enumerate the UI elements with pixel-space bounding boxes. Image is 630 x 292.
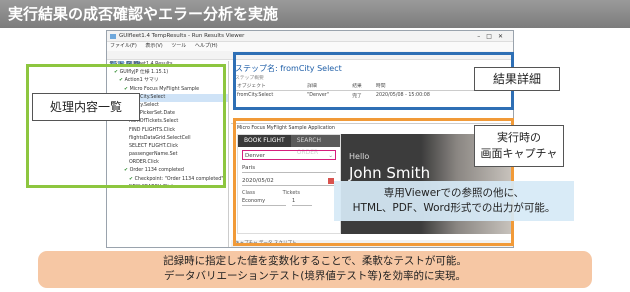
greeting-text: Hello bbox=[349, 152, 370, 161]
window-controls[interactable]: –□✕ bbox=[477, 31, 509, 42]
info-line2: HTML、PDF、Word形式での出力が可能。 bbox=[352, 202, 556, 214]
detail-highlight-box bbox=[233, 52, 514, 110]
menu-file[interactable]: ファイル(F) bbox=[110, 43, 137, 49]
menu-bar: ファイル(F) 表示(V) ツール ヘルプ(H) bbox=[107, 42, 513, 51]
info-line1: 専用Viewerでの参照の他に、 bbox=[383, 187, 525, 199]
menu-view[interactable]: 表示(V) bbox=[145, 43, 162, 49]
menu-tools[interactable]: ツール bbox=[171, 43, 186, 49]
output-format-note: 専用Viewerでの参照の他に、 HTML、PDF、Word形式での出力が可能。 bbox=[334, 181, 574, 221]
page-title: 実行結果の成否確認やエラー分析を実施 bbox=[0, 0, 630, 28]
summary-line2: データバリエーションテスト(境界値テスト等)を効率的に実現。 bbox=[164, 270, 466, 282]
processing-list-callout: 処理内容一覧 bbox=[32, 93, 140, 121]
user-name: John Smith bbox=[349, 164, 431, 182]
summary-banner: 記録時に指定した値を変数化することで、柔軟なテストが可能。 データバリエーション… bbox=[38, 251, 592, 288]
screen-capture-callout: 実行時の 画面キャプチャ bbox=[474, 125, 564, 167]
result-detail-callout: 結果詳細 bbox=[474, 67, 560, 91]
capture-callout-line2: 画面キャプチャ bbox=[480, 147, 558, 160]
capture-callout-line1: 実行時の bbox=[497, 131, 541, 144]
app-icon bbox=[110, 34, 116, 39]
summary-line1: 記録時に指定した値を変数化することで、柔軟なテストが可能。 bbox=[163, 255, 467, 267]
tree-highlight-box bbox=[26, 64, 226, 188]
menu-help[interactable]: ヘルプ(H) bbox=[195, 43, 218, 49]
window-title: GUIfleet1.4 TempResults - Run Results Vi… bbox=[119, 33, 245, 39]
window-title-bar: GUIfleet1.4 TempResults - Run Results Vi… bbox=[107, 31, 513, 42]
